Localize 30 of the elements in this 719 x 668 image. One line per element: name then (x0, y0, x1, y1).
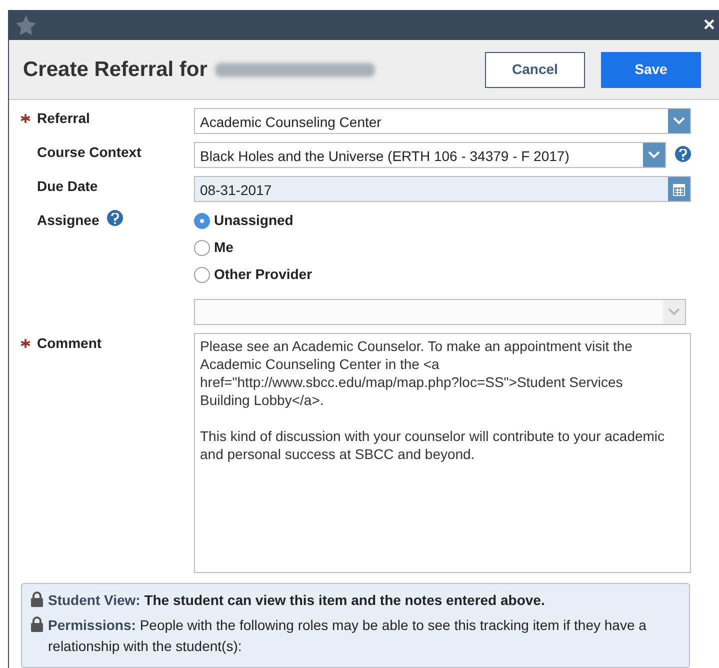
help-icon[interactable] (107, 210, 124, 226)
dropdown[interactable]: Black Holes and the Universe (ERTH 106 - 34379 - F 2017) (194, 142, 666, 168)
notice-text: Permissions: People with the following roles may be able to see this tracking item if they have a relationship with the student(s): (48, 616, 648, 656)
help-icon[interactable] (675, 146, 691, 162)
radio-button[interactable] (194, 240, 210, 256)
dialog-title: Create Referral for (23, 56, 208, 82)
star-logo-icon (15, 14, 37, 36)
close-button[interactable]: × (703, 15, 715, 35)
cancel-button[interactable]: Cancel (485, 52, 585, 88)
comment-field[interactable]: Please see an Academic Counselor. To make an appointment visit the Academic Counseling Center in the <a href="http://www.sbcc.edu/map/map.php?loc=SS">Student Services Building Lobby</a>. This kind of discussion with your counselor will contribute to your academic and personal success at SBCC and beyond. (194, 333, 691, 573)
field-label: Assignee (37, 211, 100, 230)
field-label: Referral (37, 109, 90, 128)
field-label: Comment (37, 334, 102, 353)
radio-label[interactable]: Unassigned (214, 210, 294, 231)
dropdown[interactable]: Academic Counseling Center (194, 108, 691, 134)
calendar-icon[interactable] (673, 182, 685, 196)
lock-icon (30, 591, 44, 607)
caret-icon (673, 117, 685, 125)
caret-icon (668, 308, 680, 316)
radio-button[interactable] (194, 266, 210, 282)
field-label: Course Context (37, 143, 142, 162)
lock-icon (30, 616, 44, 632)
caret-icon (648, 151, 660, 159)
field-label: Due Date (37, 177, 98, 196)
radio-label[interactable]: Me (214, 237, 234, 258)
radio-label[interactable]: Other Provider (214, 264, 312, 285)
save-button[interactable]: Save (601, 52, 701, 88)
date-field[interactable]: 08-31-2017 (194, 176, 691, 202)
notice-text: Student View: The student can view this item and the notes entered above. (48, 591, 545, 610)
radio-button[interactable] (194, 212, 210, 228)
